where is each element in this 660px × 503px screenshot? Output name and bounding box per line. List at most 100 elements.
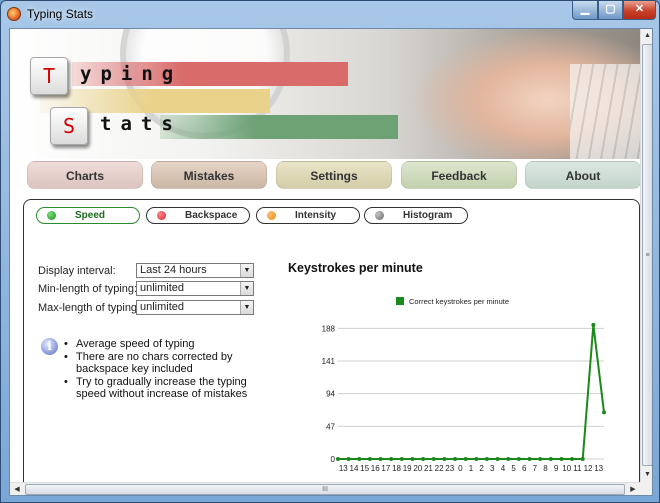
series-line [338, 324, 605, 460]
x-tick-label: 17 [381, 464, 390, 473]
red-dot-icon [157, 211, 166, 220]
logo-word-typing: yping [80, 63, 183, 85]
subtab-speed[interactable]: Speed [36, 207, 140, 224]
data-point [538, 457, 543, 461]
x-tick-label: 5 [511, 464, 516, 473]
app-icon[interactable] [7, 7, 21, 21]
close-button[interactable]: ✕ [623, 1, 656, 20]
data-point [548, 457, 553, 461]
subtab-intensity-label: Intensity [295, 210, 337, 221]
dropdown-arrow-icon[interactable]: ▼ [240, 301, 253, 314]
tip-item: Average speed of typing [64, 338, 274, 351]
scroll-down-icon[interactable]: ▼ [641, 468, 652, 482]
x-tick-label: 8 [543, 464, 548, 473]
y-tick-label: 94 [326, 390, 335, 399]
x-tick-label: 23 [445, 464, 454, 473]
data-point [378, 457, 383, 461]
vertical-scrollbar[interactable]: ▲ ≡ ▼ [640, 29, 652, 482]
data-point [559, 457, 564, 461]
x-tick-label: 19 [403, 464, 412, 473]
display-interval-value: Last 24 hours [140, 264, 207, 276]
data-point [421, 457, 426, 461]
app-window: Typing Stats ▁ ▢ ✕ T yping S tats Charts… [0, 0, 660, 503]
y-tick-label: 188 [322, 324, 336, 333]
legend-label: Correct keystrokes per minute [409, 297, 509, 306]
x-tick-label: 3 [490, 464, 495, 473]
subtab-intensity[interactable]: Intensity [256, 207, 360, 224]
min-length-select[interactable]: unlimited ▼ [136, 281, 254, 296]
tab-feedback[interactable]: Feedback [401, 161, 517, 189]
client-area: T yping S tats Charts Mistakes Settings … [9, 28, 653, 496]
max-length-select[interactable]: unlimited ▼ [136, 300, 254, 315]
min-length-value: unlimited [140, 282, 185, 294]
window-title: Typing Stats [27, 7, 94, 21]
subtab-histogram[interactable]: Histogram [364, 207, 468, 224]
subtab-histogram-label: Histogram [403, 210, 453, 221]
data-point [431, 457, 436, 461]
data-point [495, 457, 500, 461]
data-point [484, 457, 489, 461]
scroll-right-icon[interactable]: ▶ [626, 483, 640, 495]
data-point [602, 410, 606, 415]
data-point [516, 457, 521, 461]
tab-settings[interactable]: Settings [276, 161, 392, 189]
speed-line-chart: Correct keystrokes per minute04794141188… [322, 297, 606, 473]
min-length-label: Min-length of typing: [38, 283, 138, 295]
subtab-backspace-label: Backspace [185, 210, 238, 221]
data-point [527, 457, 532, 461]
x-tick-label: 14 [350, 464, 359, 473]
dropdown-arrow-icon[interactable]: ▼ [240, 264, 253, 277]
data-point [506, 457, 511, 461]
header-banner: T yping S tats [10, 29, 640, 159]
data-point [410, 457, 415, 461]
max-length-label: Max-length of typing: [38, 302, 141, 314]
tip-item: Try to gradually increase the typing spe… [64, 376, 274, 401]
data-point [442, 457, 447, 461]
subtab-speed-label: Speed [75, 210, 106, 221]
logo-word-stats: tats [100, 113, 182, 135]
title-bar[interactable]: Typing Stats ▁ ▢ ✕ [1, 1, 659, 27]
vertical-scroll-thumb[interactable]: ≡ [642, 44, 652, 466]
x-tick-label: 18 [392, 464, 401, 473]
data-point [389, 457, 394, 461]
tip-item: There are no chars corrected by backspac… [64, 351, 274, 376]
horizontal-scroll-thumb[interactable]: III [25, 484, 625, 495]
scroll-left-icon[interactable]: ◀ [10, 483, 24, 495]
x-tick-label: 6 [522, 464, 527, 473]
y-tick-label: 0 [331, 455, 336, 464]
y-tick-label: 141 [322, 357, 336, 366]
minimize-button[interactable]: ▁ [572, 1, 598, 20]
data-point [346, 457, 351, 461]
subtab-backspace[interactable]: Backspace [146, 207, 250, 224]
y-tick-label: 47 [326, 422, 335, 431]
data-point [580, 457, 585, 461]
x-tick-label: 16 [371, 464, 380, 473]
x-tick-label: 7 [533, 464, 538, 473]
x-tick-label: 15 [360, 464, 369, 473]
dropdown-arrow-icon[interactable]: ▼ [240, 282, 253, 295]
scroll-up-icon[interactable]: ▲ [641, 29, 652, 43]
main-tabs: Charts Mistakes Settings Feedback About [27, 161, 641, 191]
data-point [570, 457, 575, 461]
tab-mistakes[interactable]: Mistakes [151, 161, 267, 189]
info-icon: i [41, 338, 58, 355]
x-tick-label: 13 [339, 464, 348, 473]
tab-charts[interactable]: Charts [27, 161, 143, 189]
horizontal-scrollbar[interactable]: ◀ III ▶ [10, 482, 640, 495]
x-tick-label: 20 [413, 464, 422, 473]
data-point [399, 457, 404, 461]
x-tick-label: 11 [573, 464, 582, 473]
green-dot-icon [47, 211, 56, 220]
max-length-value: unlimited [140, 301, 185, 313]
x-tick-label: 0 [458, 464, 463, 473]
x-tick-label: 2 [479, 464, 484, 473]
x-tick-label: 1 [469, 464, 474, 473]
data-point [367, 457, 372, 461]
data-point [453, 457, 458, 461]
tab-about[interactable]: About [525, 161, 641, 189]
display-interval-select[interactable]: Last 24 hours ▼ [136, 263, 254, 278]
data-point [336, 457, 340, 461]
data-point [474, 457, 479, 461]
maximize-button[interactable]: ▢ [598, 1, 623, 20]
x-tick-label: 12 [584, 464, 593, 473]
